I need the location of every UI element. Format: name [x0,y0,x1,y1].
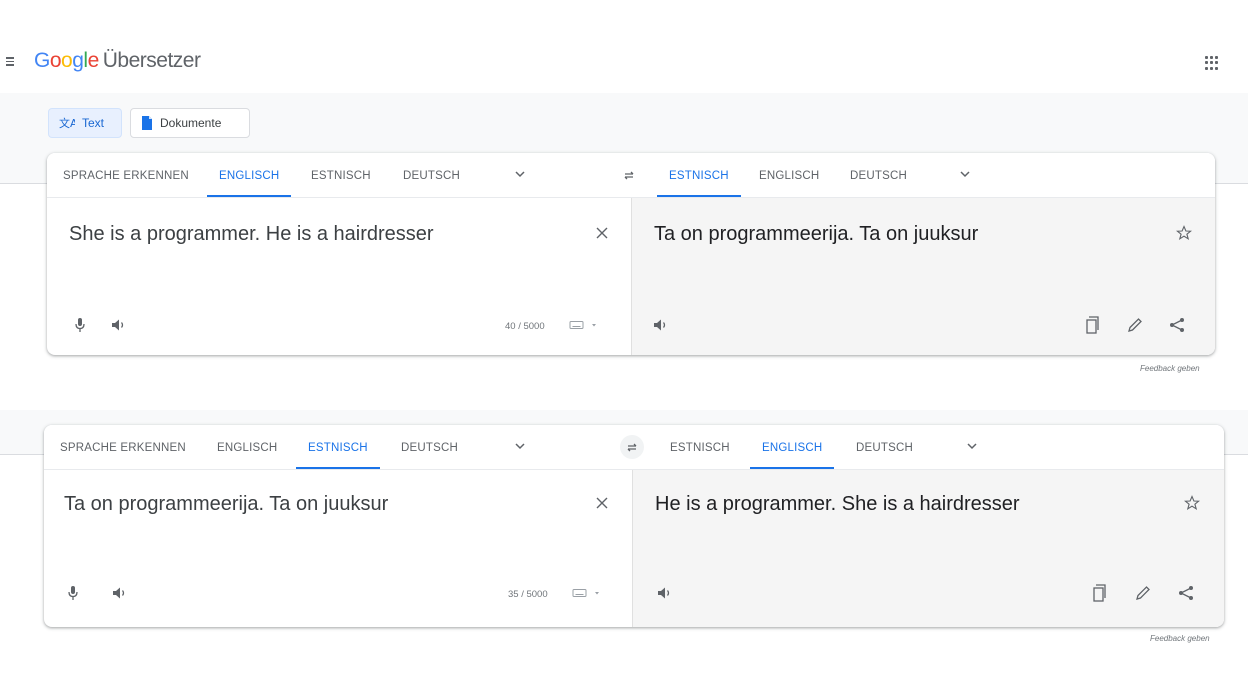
document-icon [142,116,152,130]
character-count: 40 / 5000 [505,321,545,332]
copy-icon[interactable] [1091,583,1109,603]
target-lang-estonian[interactable]: ESTNISCH [670,425,730,469]
clear-icon[interactable] [594,495,610,511]
translation-panel-2: SPRACHE ERKENNEN ENGLISCH ESTNISCH DEUTS… [44,425,1224,627]
edit-pencil-icon[interactable] [1134,584,1152,602]
speaker-icon[interactable] [111,317,127,333]
chevron-down-icon[interactable] [515,441,525,451]
hamburger-menu-icon[interactable] [6,55,18,67]
target-lang-english[interactable]: ENGLISCH [749,425,835,469]
logo-letter: o [61,49,73,72]
chevron-down-icon[interactable] [515,169,525,179]
feedback-link[interactable]: Feedback geben [1140,364,1200,373]
svg-text:文A: 文A [59,116,75,130]
logo-letter: e [87,49,100,72]
share-icon[interactable] [1168,316,1186,334]
translate-icon: 文A [59,116,75,130]
target-lang-english[interactable]: ENGLISCH [759,153,819,197]
documents-mode-label: Dokumente [160,116,222,130]
copy-icon[interactable] [1084,315,1102,335]
target-lang-estonian[interactable]: ESTNISCH [657,153,741,197]
swap-languages-icon[interactable] [617,163,641,187]
app-title: Übersetzer [102,49,201,72]
chevron-down-icon[interactable] [967,441,977,451]
clear-icon[interactable] [594,225,610,241]
source-lang-detect[interactable]: SPRACHE ERKENNEN [60,425,186,469]
source-text-input[interactable]: She is a programmer. He is a hairdresser [69,223,434,246]
translation-output: He is a programmer. She is a hairdresser [655,493,1020,515]
star-icon[interactable] [1183,494,1201,512]
source-lang-english[interactable]: ENGLISCH [217,425,277,469]
microphone-icon[interactable] [66,585,80,601]
edit-pencil-icon[interactable] [1126,316,1144,334]
speaker-icon[interactable] [657,585,673,601]
language-bar: SPRACHE ERKENNEN ENGLISCH ESTNISCH DEUTS… [47,153,1215,198]
pane-divider [631,198,632,355]
documents-mode-button[interactable]: Dokumente [130,108,250,138]
target-lang-german[interactable]: DEUTSCH [856,425,913,469]
translation-output: Ta on programmeerija. Ta on juuksur [654,223,979,245]
source-text-input[interactable]: Ta on programmeerija. Ta on juuksur [64,493,388,516]
text-mode-label: Text [82,116,105,130]
source-lang-english[interactable]: ENGLISCH [206,153,292,197]
share-icon[interactable] [1177,584,1195,602]
character-count: 35 / 5000 [508,589,548,600]
star-icon[interactable] [1175,224,1193,242]
chevron-down-icon[interactable] [960,169,970,179]
microphone-icon[interactable] [73,317,87,333]
language-bar: SPRACHE ERKENNEN ENGLISCH ESTNISCH DEUTS… [44,425,1224,470]
keyboard-icon[interactable] [572,586,602,600]
translation-panel-1: SPRACHE ERKENNEN ENGLISCH ESTNISCH DEUTS… [47,153,1215,355]
source-lang-german[interactable]: DEUTSCH [403,153,460,197]
swap-languages-icon[interactable] [620,435,644,459]
logo-letter: G [34,49,50,72]
source-lang-estonian[interactable]: ESTNISCH [311,153,371,197]
keyboard-icon[interactable] [569,318,599,332]
target-lang-german[interactable]: DEUTSCH [850,153,907,197]
app-logo[interactable]: Google Übersetzer [34,49,201,73]
source-lang-german[interactable]: DEUTSCH [401,425,458,469]
speaker-icon[interactable] [112,585,128,601]
apps-grid-icon[interactable] [1205,56,1219,70]
source-lang-estonian[interactable]: ESTNISCH [296,425,380,469]
source-lang-detect[interactable]: SPRACHE ERKENNEN [63,153,189,197]
logo-letter: o [49,49,62,72]
logo-letter: g [72,49,84,72]
speaker-icon[interactable] [653,317,669,333]
text-mode-button[interactable]: 文A Text [48,108,122,138]
feedback-link[interactable]: Feedback geben [1150,634,1210,643]
pane-divider [632,470,633,627]
